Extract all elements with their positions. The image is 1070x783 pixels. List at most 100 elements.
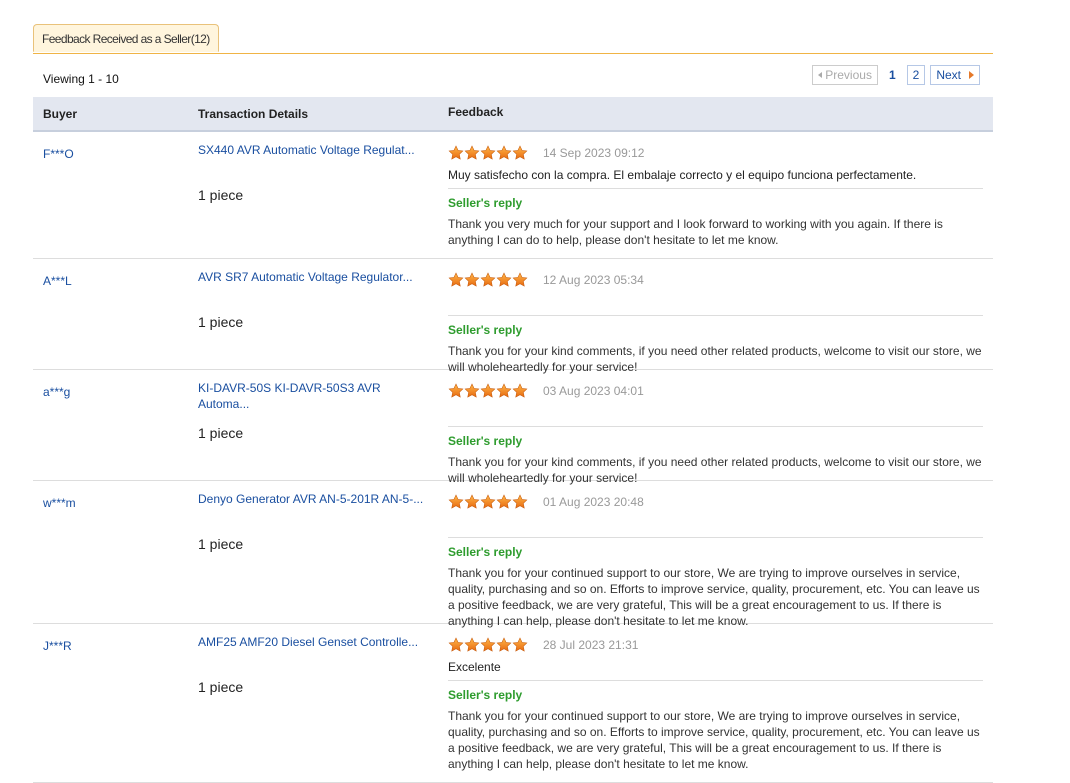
sellers-reply-label: Seller's reply: [448, 688, 523, 702]
buyer-comment-empty: [448, 405, 983, 421]
column-header-buyer: Buyer: [43, 107, 78, 121]
divider: [448, 680, 983, 681]
star-icon: [448, 494, 464, 510]
divider: [448, 537, 983, 538]
buyer-comment-empty: [448, 294, 983, 310]
star-icon: [480, 145, 496, 161]
feedback-cell: 28 Jul 2023 21:31 Excelente Seller's reply…: [448, 636, 983, 772]
star-icon: [464, 494, 480, 510]
sellers-reply-label: Seller's reply: [448, 434, 523, 448]
feedback-date: 12 Aug 2023 05:34: [543, 273, 644, 287]
feedback-date: 14 Sep 2023 09:12: [543, 146, 645, 160]
sellers-reply-label: Seller's reply: [448, 196, 523, 210]
star-icon: [464, 272, 480, 288]
feedback-cell: 14 Sep 2023 09:12 Muy satisfecho con la c…: [448, 144, 983, 248]
buyer-name[interactable]: F***O: [43, 147, 74, 161]
previous-button[interactable]: Previous: [812, 65, 878, 85]
sellers-reply-label: Seller's reply: [448, 323, 523, 337]
star-icon: [496, 383, 512, 399]
star-icon: [448, 145, 464, 161]
feedback-header: 28 Jul 2023 21:31: [448, 636, 983, 654]
sellers-reply-text: Thank you very much for your support and…: [448, 217, 943, 247]
buyer-comment: Excelente: [448, 660, 501, 674]
previous-label: Previous: [825, 68, 872, 82]
star-icon: [448, 383, 464, 399]
page-1-current: 1: [888, 68, 896, 82]
star-rating: [448, 383, 528, 399]
quantity: 1 piece: [198, 425, 244, 441]
tab-feedback-as-seller[interactable]: Feedback Received as a Seller(12): [33, 24, 219, 52]
star-icon: [512, 272, 528, 288]
table-row: F***O SX440 AVR Automatic Voltage Regulat…: [33, 132, 993, 259]
star-icon: [496, 637, 512, 653]
page-2-link[interactable]: 2: [906, 65, 926, 85]
table-row: w***m Denyo Generator AVR AN-5-201R AN-5-…: [33, 481, 993, 628]
quantity: 1 piece: [198, 679, 244, 695]
divider: [448, 188, 983, 189]
star-icon: [480, 383, 496, 399]
feedback-date: 28 Jul 2023 21:31: [543, 638, 639, 652]
star-icon: [512, 383, 528, 399]
next-button[interactable]: Next: [930, 65, 980, 85]
quantity: 1 piece: [198, 187, 244, 203]
star-icon: [464, 637, 480, 653]
feedback-cell: 12 Aug 2023 05:34 Seller's reply Thank you…: [448, 271, 983, 375]
column-header-feedback: Feedback: [448, 105, 504, 119]
star-rating: [448, 494, 528, 510]
star-rating: [448, 145, 528, 161]
table-row: J***R AMF25 AMF20 Diesel Genset Controlle…: [33, 624, 993, 783]
caret-right-icon: [969, 71, 974, 79]
feedback-date: 03 Aug 2023 04:01: [543, 384, 644, 398]
star-icon: [464, 383, 480, 399]
divider: [448, 426, 983, 427]
viewing-row: Viewing 1 - 10 Previous 1 2 Next: [33, 54, 993, 97]
product-link[interactable]: AVR SR7 Automatic Voltage Regulator...: [198, 269, 428, 285]
star-icon: [480, 272, 496, 288]
star-icon: [512, 145, 528, 161]
feedback-cell: 01 Aug 2023 20:48 Seller's reply Thank you…: [448, 493, 983, 629]
star-icon: [496, 494, 512, 510]
star-icon: [512, 494, 528, 510]
next-label: Next: [936, 68, 961, 82]
product-link[interactable]: SX440 AVR Automatic Voltage Regulat...: [198, 142, 428, 158]
star-icon: [448, 272, 464, 288]
star-icon: [480, 494, 496, 510]
star-rating: [448, 637, 528, 653]
table-header: Buyer Transaction Details Feedback: [33, 97, 993, 132]
sellers-reply-text: Thank you for your continued support to …: [448, 566, 980, 628]
feedback-header: 03 Aug 2023 04:01: [448, 382, 983, 400]
feedback-header: 12 Aug 2023 05:34: [448, 271, 983, 289]
buyer-comment: Muy satisfecho con la compra. El embalaj…: [448, 168, 917, 182]
sellers-reply-label: Seller's reply: [448, 545, 523, 559]
star-icon: [496, 272, 512, 288]
product-link[interactable]: AMF25 AMF20 Diesel Genset Controlle...: [198, 634, 428, 650]
table-row: A***L AVR SR7 Automatic Voltage Regulator…: [33, 259, 993, 374]
star-icon: [496, 145, 512, 161]
viewing-range: Viewing 1 - 10: [43, 72, 119, 86]
product-link[interactable]: Denyo Generator AVR AN-5-201R AN-5-...: [198, 491, 428, 507]
divider: [448, 315, 983, 316]
star-rating: [448, 272, 528, 288]
quantity: 1 piece: [198, 536, 244, 552]
buyer-name[interactable]: w***m: [43, 496, 76, 510]
feedback-list: F***O SX440 AVR Automatic Voltage Regulat…: [33, 132, 993, 783]
pagination: Previous 1 2 Next: [807, 65, 980, 85]
product-link[interactable]: KI-DAVR-50S KI-DAVR-50S3 AVR Automa...: [198, 380, 428, 412]
star-icon: [464, 145, 480, 161]
star-icon: [480, 637, 496, 653]
feedback-panel: Feedback Received as a Seller(12) Viewin…: [33, 0, 993, 783]
sellers-reply-text: Thank you for your continued support to …: [448, 709, 980, 771]
column-header-transaction: Transaction Details: [198, 107, 309, 121]
star-icon: [448, 637, 464, 653]
feedback-header: 14 Sep 2023 09:12: [448, 144, 983, 162]
buyer-comment-empty: [448, 516, 983, 532]
feedback-date: 01 Aug 2023 20:48: [543, 495, 644, 509]
feedback-header: 01 Aug 2023 20:48: [448, 493, 983, 511]
quantity: 1 piece: [198, 314, 244, 330]
buyer-name[interactable]: a***g: [43, 385, 70, 399]
buyer-name[interactable]: J***R: [43, 639, 72, 653]
tab-bar: Feedback Received as a Seller(12): [33, 0, 993, 54]
star-icon: [512, 637, 528, 653]
feedback-cell: 03 Aug 2023 04:01 Seller's reply Thank you…: [448, 382, 983, 486]
buyer-name[interactable]: A***L: [43, 274, 72, 288]
